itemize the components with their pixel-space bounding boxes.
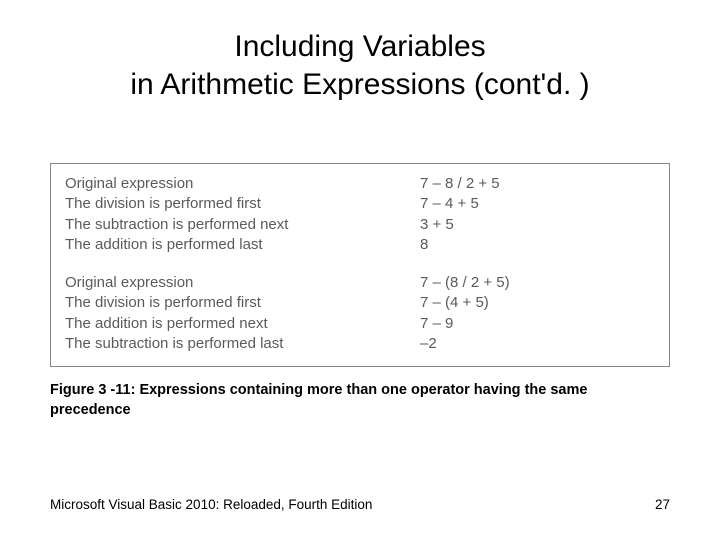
table-row: Original expression 7 – (8 / 2 + 5) <box>65 273 655 293</box>
expression-group-2: Original expression 7 – (8 / 2 + 5) The … <box>65 273 655 354</box>
expression-group-1: Original expression 7 – 8 / 2 + 5 The di… <box>65 174 655 255</box>
step-expression: 7 – 4 + 5 <box>420 194 655 214</box>
figure-caption: Figure 3 -11: Expressions containing mor… <box>50 381 670 420</box>
slide-footer: Microsoft Visual Basic 2010: Reloaded, F… <box>50 497 670 512</box>
figure-box: Original expression 7 – 8 / 2 + 5 The di… <box>50 163 670 367</box>
table-row: The addition is performed next 7 – 9 <box>65 314 655 334</box>
slide: Including Variables in Arithmetic Expres… <box>0 0 720 540</box>
step-description: The subtraction is performed last <box>65 334 420 354</box>
table-row: The division is performed first 7 – 4 + … <box>65 194 655 214</box>
step-expression: 3 + 5 <box>420 215 655 235</box>
step-description: The addition is performed next <box>65 314 420 334</box>
table-row: Original expression 7 – 8 / 2 + 5 <box>65 174 655 194</box>
step-description: The division is performed first <box>65 194 420 214</box>
footer-source: Microsoft Visual Basic 2010: Reloaded, F… <box>50 497 372 512</box>
step-description: The division is performed first <box>65 293 420 313</box>
table-row: The division is performed first 7 – (4 +… <box>65 293 655 313</box>
step-expression: 7 – (4 + 5) <box>420 293 655 313</box>
title-line-1: Including Variables <box>234 30 485 63</box>
step-description: Original expression <box>65 273 420 293</box>
step-description: Original expression <box>65 174 420 194</box>
title-line-2: in Arithmetic Expressions (cont'd. ) <box>130 68 589 101</box>
page-title: Including Variables in Arithmetic Expres… <box>40 28 680 103</box>
step-expression: 8 <box>420 235 655 255</box>
step-expression: –2 <box>420 334 655 354</box>
page-number: 27 <box>655 497 670 512</box>
table-row: The addition is performed last 8 <box>65 235 655 255</box>
table-row: The subtraction is performed next 3 + 5 <box>65 215 655 235</box>
step-description: The subtraction is performed next <box>65 215 420 235</box>
step-expression: 7 – 9 <box>420 314 655 334</box>
step-expression: 7 – (8 / 2 + 5) <box>420 273 655 293</box>
table-row: The subtraction is performed last –2 <box>65 334 655 354</box>
step-description: The addition is performed last <box>65 235 420 255</box>
step-expression: 7 – 8 / 2 + 5 <box>420 174 655 194</box>
